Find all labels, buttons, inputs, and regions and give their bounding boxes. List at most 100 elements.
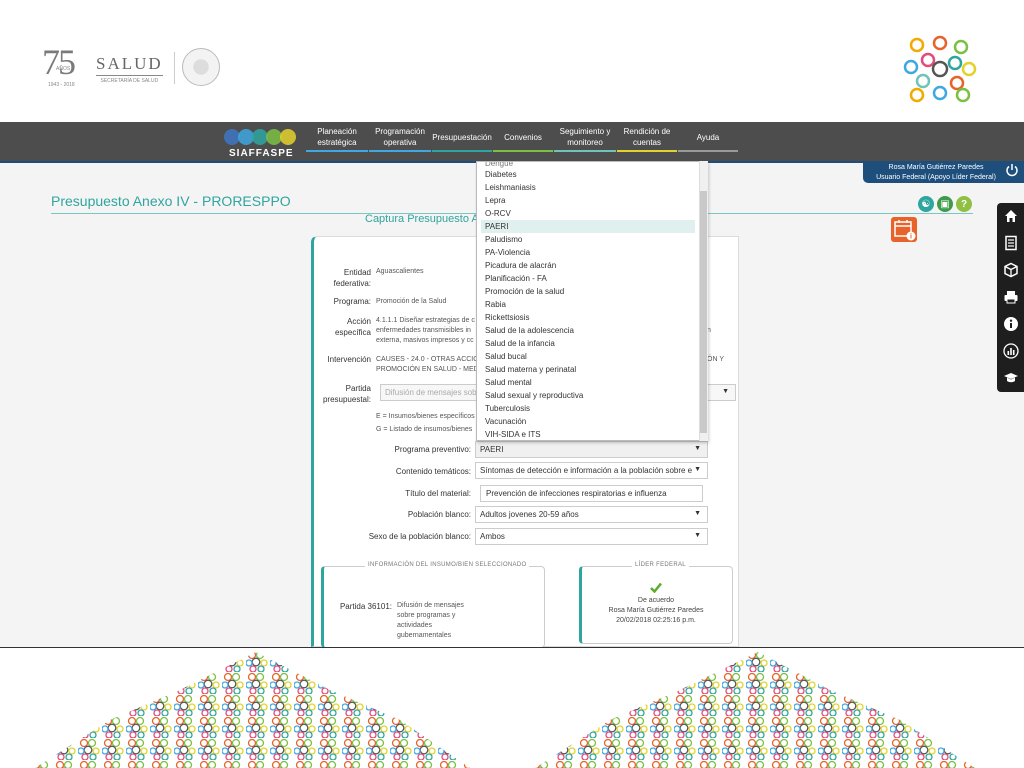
programa-preventivo-label: Programa preventivo: <box>394 445 471 454</box>
home-icon[interactable] <box>1003 208 1019 224</box>
user-info-box: Rosa María Gutiérrez Paredes Usuario Fed… <box>863 161 1024 183</box>
contenido-label: Contenido temáticos: <box>395 467 471 476</box>
partida-36101-label: Partida 36101: <box>339 602 392 611</box>
programa-value: Promoción de la Salud <box>376 298 447 305</box>
poblacion-value: Adultos jovenes 20-59 años <box>480 510 579 519</box>
nav-programacion[interactable]: Programación operativa <box>369 122 431 152</box>
logo-salud: SALUD SECRETARÍA DE SALUD <box>96 54 163 84</box>
accion-value-line3: externa, masivos impresos y cc <box>376 337 474 344</box>
sexo-value: Ambos <box>480 532 505 541</box>
dropdown-option[interactable]: Salud materna y perinatal <box>477 363 695 376</box>
nav-convenios[interactable]: Convenios <box>493 122 553 152</box>
nav-planeacion[interactable]: Planeación estratégica <box>306 122 368 152</box>
dropdown-option[interactable]: Leishmaniasis <box>477 181 695 194</box>
dropdown-option[interactable]: Rabia <box>477 298 695 311</box>
accion-label: Acción específica <box>334 317 371 337</box>
chevron-down-icon: ▼ <box>694 532 701 539</box>
printer-icon[interactable] <box>1003 289 1019 305</box>
help-icon[interactable]: ? <box>956 196 972 212</box>
dropdown-scrollbar-thumb[interactable] <box>700 191 707 433</box>
rings-mosaic-left-icon <box>35 652 470 768</box>
siaffaspe-brand: SIAFFASPE <box>229 148 294 159</box>
graduation-cap-icon[interactable] <box>1003 370 1019 386</box>
rings-mosaic-right-icon <box>535 652 975 768</box>
info-icon[interactable] <box>1003 316 1019 332</box>
logo-75-number: 75 <box>42 42 76 82</box>
accion-value-line2: enfermedades transmisibles in <box>376 327 471 334</box>
users-icon[interactable]: ☯ <box>918 196 934 212</box>
rings-logo-icon <box>903 35 977 103</box>
note-g: G = Listado de insumos/bienes <box>376 426 473 433</box>
entidad-value: Aguascalientes <box>376 268 424 275</box>
dropdown-option[interactable]: Salud de la infancia <box>477 337 695 350</box>
nav-rendicion[interactable]: Rendición de cuentas <box>617 122 677 152</box>
chevron-down-icon: ▼ <box>694 466 701 473</box>
svg-text:i: i <box>910 234 912 241</box>
user-name: Rosa María Gutiérrez Paredes <box>888 164 984 171</box>
insumo-desc-line4: gubernamentales <box>397 632 452 639</box>
dropdown-option[interactable]: Diabetes <box>477 168 695 181</box>
partida-label: Partida presupuestal: <box>322 384 371 404</box>
insumo-card-legend: INFORMACIÓN DEL INSUMO/BIEN SELECCIONADO <box>365 562 530 568</box>
dropdown-option[interactable]: Lepra <box>477 194 695 207</box>
contenido-select[interactable]: Síntomas de detección e información a la… <box>475 462 708 479</box>
nav-ayuda-underline <box>678 150 738 152</box>
dropdown-option[interactable]: PA-Violencia <box>477 246 695 259</box>
dropdown-option[interactable]: Vacunación <box>477 415 695 428</box>
intervencion-label: Intervención <box>327 355 371 364</box>
titulo-input[interactable]: Prevención de infecciones respiratorias … <box>480 485 703 502</box>
accion-value-line1: 4.1.1.1 Diseñar estrategias de c <box>376 317 475 324</box>
lider-status: De acuerdo <box>637 597 675 604</box>
dropdown-option[interactable]: Promoción de la salud <box>477 285 695 298</box>
dropdown-option[interactable]: Paludismo <box>477 233 695 246</box>
poblacion-select[interactable]: Adultos jovenes 20-59 años ▼ <box>475 506 708 523</box>
sexo-label: Sexo de la población blanco: <box>368 532 471 541</box>
lock-icon[interactable]: ▣ <box>937 196 953 212</box>
nav-seguimiento-underline <box>554 150 616 152</box>
titulo-label: Título del material: <box>405 489 471 498</box>
nav-presupuestacion-underline <box>432 150 492 152</box>
dropdown-option[interactable]: Rickettsiosis <box>477 311 695 324</box>
nav-seguimiento[interactable]: Seguimiento y monitoreo <box>554 122 616 152</box>
lider-card-legend: LÍDER FEDERAL <box>632 562 689 568</box>
dropdown-option-selected[interactable]: PAERI <box>481 220 695 233</box>
dropdown-option[interactable]: Salud de la adolescencia <box>477 324 695 337</box>
intervencion-value-right: ÓN Y <box>707 356 724 363</box>
nav-planeacion-underline <box>306 150 368 152</box>
sexo-select[interactable]: Ambos ▼ <box>475 528 708 545</box>
programa-label: Programa: <box>333 297 371 306</box>
insumo-desc-line3: actividades <box>397 622 433 629</box>
logo-75-anos: 75 AÑOS 1943 - 2018 <box>42 44 82 88</box>
document-list-icon[interactable] <box>1003 235 1019 251</box>
logo-75-tag: AÑOS <box>56 66 71 72</box>
programa-preventivo-value: PAERI <box>480 445 504 454</box>
intervencion-value-line1: CAUSES - 24.0 - OTRAS ACCION <box>376 356 484 363</box>
page-subtitle: Captura Presupuesto A <box>365 213 479 225</box>
dropdown-option[interactable]: Picadura de alacrán <box>477 259 695 272</box>
power-icon[interactable] <box>1005 163 1019 177</box>
partida-select-value: Difusión de mensajes sobr <box>385 388 480 397</box>
dropdown-option[interactable]: Salud bucal <box>477 350 695 363</box>
poblacion-label: Población blanco: <box>407 510 471 519</box>
dropdown-option[interactable]: Salud sexual y reproductiva <box>477 389 695 402</box>
checkmark-icon <box>650 582 662 593</box>
dropdown-option[interactable]: VIH-SIDA e ITS <box>477 428 695 440</box>
dropdown-option[interactable]: O-RCV <box>477 207 695 220</box>
page-title: Presupuesto Anexo IV - PRORESPPO <box>51 193 291 209</box>
lider-name: Rosa María Gutiérrez Paredes <box>608 607 704 614</box>
insumo-desc-line2: sobre programas y <box>397 612 456 619</box>
nav-ayuda[interactable]: Ayuda <box>678 122 738 152</box>
programa-preventivo-dropdown[interactable]: Dengue Diabetes Leishmaniasis Lepra O-RC… <box>476 161 708 441</box>
calendar-icon[interactable]: i <box>891 217 917 242</box>
dropdown-option[interactable]: Tuberculosis <box>477 402 695 415</box>
cube-icon[interactable] <box>1003 262 1019 278</box>
dropdown-option[interactable]: Salud mental <box>477 376 695 389</box>
dropdown-option[interactable]: Planificación - FA <box>477 272 695 285</box>
nav-rendicion-underline <box>617 150 677 152</box>
logo-salud-subtitle: SECRETARÍA DE SALUD <box>100 78 159 84</box>
siaffaspe-logo[interactable]: SIAFFASPE <box>222 126 302 160</box>
programa-preventivo-select[interactable]: PAERI ▼ <box>475 441 708 458</box>
chart-icon[interactable] <box>1003 343 1019 359</box>
nav-presupuestacion[interactable]: Presupuestación <box>432 122 492 152</box>
chevron-down-icon: ▼ <box>722 388 729 395</box>
